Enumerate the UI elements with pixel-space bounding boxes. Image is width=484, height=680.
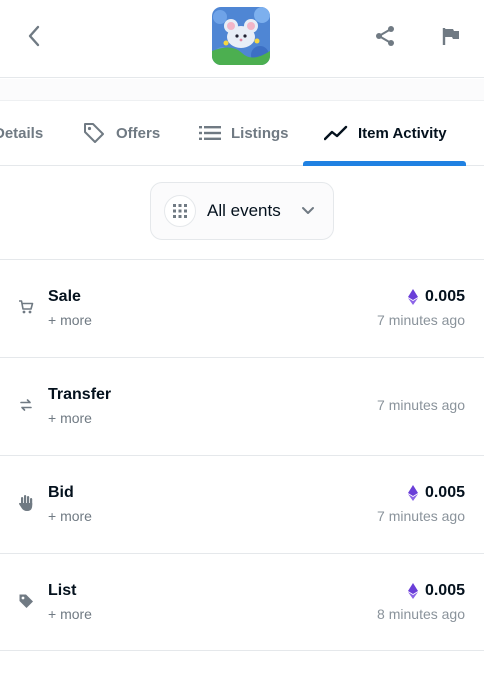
- tab-label: Details: [0, 124, 44, 142]
- back-button[interactable]: [20, 22, 48, 50]
- tab-listings[interactable]: Listings: [199, 101, 289, 165]
- ethereum-icon: [407, 485, 418, 501]
- tab-details[interactable]: Details: [0, 101, 43, 165]
- tab-label: Offers: [116, 124, 161, 142]
- nft-thumbnail-image: [212, 7, 270, 65]
- more-link[interactable]: + more: [48, 312, 92, 328]
- activity-list: Sale + more 0.005 7 minutes ago Transfer…: [0, 259, 484, 651]
- event-name: Bid: [48, 484, 74, 501]
- event-time: 7 minutes ago: [377, 312, 465, 328]
- grid-icon: [164, 195, 196, 227]
- share-button[interactable]: [371, 22, 399, 50]
- event-price: 0.005: [407, 582, 465, 600]
- header-spacer: [0, 79, 484, 100]
- event-filter-dropdown[interactable]: All events: [150, 182, 334, 240]
- event-price: 0.005: [407, 288, 465, 306]
- report-button[interactable]: [437, 22, 465, 50]
- event-name: Transfer: [48, 386, 112, 403]
- cart-icon: [17, 298, 35, 316]
- event-time: 8 minutes ago: [377, 606, 465, 622]
- share-icon: [376, 26, 394, 46]
- item-tabs: Details Offers Listings: [0, 100, 484, 166]
- ethereum-icon: [407, 289, 418, 305]
- chevron-down-icon: [300, 202, 316, 223]
- chevron-left-icon: [28, 25, 40, 47]
- tag-icon: [82, 121, 106, 145]
- top-bar: [0, 0, 484, 78]
- tag-icon: [17, 592, 35, 610]
- event-price: 0.005: [407, 484, 465, 502]
- transfer-icon: [17, 396, 35, 414]
- active-tab-indicator: [303, 161, 466, 166]
- event-name: Sale: [48, 288, 81, 305]
- activity-row-sale[interactable]: Sale + more 0.005 7 minutes ago: [0, 259, 484, 357]
- more-link[interactable]: + more: [48, 508, 92, 524]
- nft-thumbnail[interactable]: [212, 7, 270, 65]
- price-value: 0.005: [424, 484, 465, 501]
- list-icon: [199, 125, 221, 141]
- event-time: 7 minutes ago: [377, 397, 465, 413]
- tab-label: Item Activity: [358, 124, 447, 142]
- price-value: 0.005: [424, 582, 465, 599]
- tab-offers[interactable]: Offers: [82, 101, 160, 165]
- filter-label: All events: [207, 201, 281, 220]
- activity-row-list[interactable]: List + more 0.005 8 minutes ago: [0, 553, 484, 651]
- more-link[interactable]: + more: [48, 606, 92, 622]
- event-name: List: [48, 582, 77, 599]
- activity-row-bid[interactable]: Bid + more 0.005 7 minutes ago: [0, 455, 484, 553]
- event-time: 7 minutes ago: [377, 508, 465, 524]
- tab-item-activity[interactable]: Item Activity: [324, 101, 447, 165]
- tab-label: Listings: [231, 124, 289, 142]
- more-link[interactable]: + more: [48, 410, 92, 426]
- activity-chart-icon: [324, 125, 348, 141]
- hand-icon: [17, 494, 35, 512]
- ethereum-icon: [407, 583, 418, 599]
- flag-icon: [442, 28, 459, 45]
- activity-row-transfer[interactable]: Transfer + more 7 minutes ago: [0, 357, 484, 455]
- price-value: 0.005: [424, 288, 465, 305]
